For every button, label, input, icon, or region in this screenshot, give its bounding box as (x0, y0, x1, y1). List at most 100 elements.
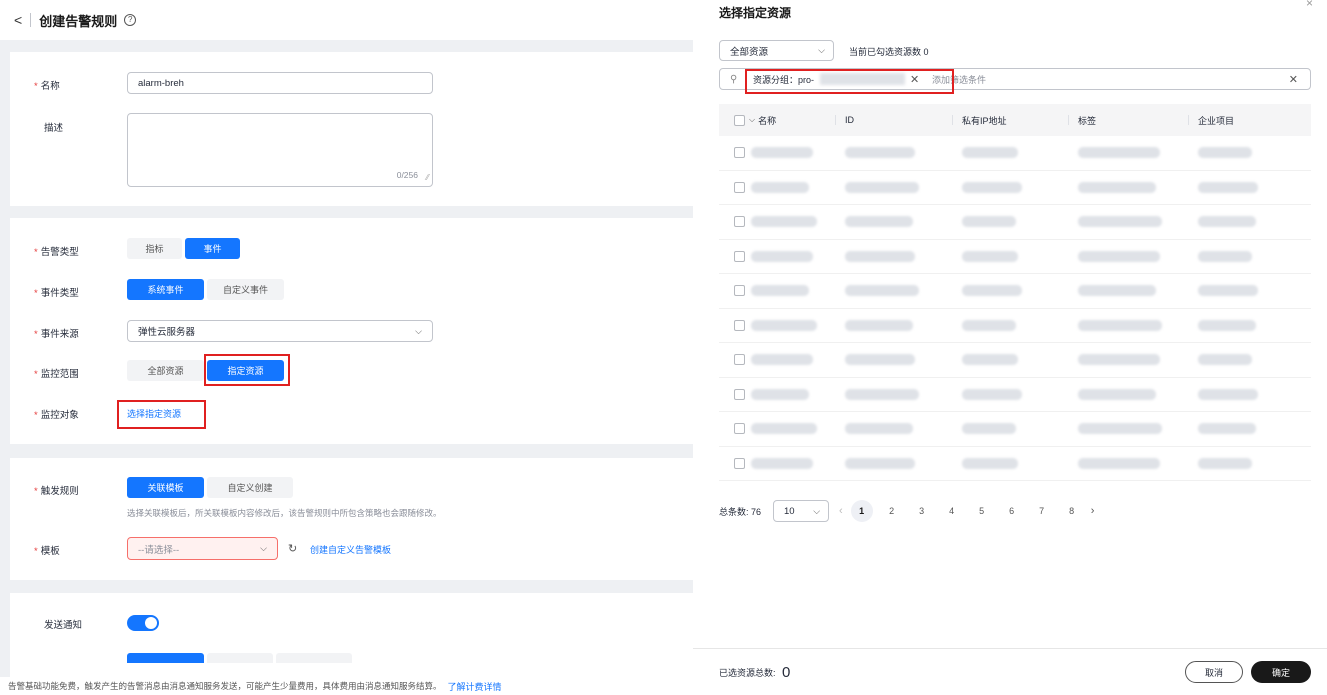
page-number[interactable]: 7 (1031, 500, 1053, 522)
redacted-value (962, 319, 1016, 331)
table-cell (719, 216, 835, 228)
table-cell (1188, 354, 1311, 366)
notify-option-selected[interactable] (127, 653, 204, 663)
redacted-value (962, 216, 1016, 228)
table-cell (952, 216, 1068, 228)
table-row[interactable] (719, 343, 1311, 378)
alarm-type-metric[interactable]: 指标 (127, 238, 182, 259)
table-cell (835, 147, 952, 159)
trigger-custom[interactable]: 自定义创建 (207, 477, 293, 498)
template-select[interactable]: --请选择-- ⌵ (127, 537, 278, 560)
template-label: * 模板 (34, 546, 60, 557)
redacted-value (751, 457, 813, 469)
redacted-value (1078, 457, 1160, 469)
ip-column-header: 私有IP地址 (952, 104, 1068, 136)
table-cell (1188, 250, 1311, 262)
event-type-system[interactable]: 系统事件 (127, 279, 204, 300)
page-number[interactable]: 8 (1061, 500, 1083, 522)
redacted-value (1198, 147, 1252, 159)
alarm-type-event[interactable]: 事件 (185, 238, 240, 259)
table-cell (1068, 181, 1188, 193)
table-row[interactable] (719, 136, 1311, 171)
table-row[interactable] (719, 378, 1311, 412)
table-cell (1188, 181, 1311, 193)
table-cell (1068, 457, 1188, 469)
resource-scope-value: 全部资源 (730, 46, 769, 58)
row-checkbox[interactable] (734, 423, 745, 435)
table-cell (835, 285, 952, 297)
refresh-icon[interactable]: ↻ (288, 542, 297, 555)
table-row[interactable] (719, 274, 1311, 309)
scope-all-resources[interactable]: 全部资源 (127, 360, 204, 381)
table-cell (952, 388, 1068, 400)
redacted-value (845, 423, 913, 435)
clear-filter-icon[interactable]: ✕ (1289, 73, 1298, 86)
table-cell (719, 285, 835, 297)
redacted-value (962, 285, 1022, 297)
row-checkbox[interactable] (734, 319, 745, 331)
row-checkbox[interactable] (734, 216, 745, 228)
notify-option[interactable] (207, 653, 273, 663)
redacted-value (1198, 388, 1258, 400)
table-cell (719, 147, 835, 159)
table-cell (1188, 216, 1311, 228)
table-cell (835, 354, 952, 366)
table-row[interactable] (719, 240, 1311, 274)
notify-option[interactable] (276, 653, 352, 663)
redacted-value (751, 147, 813, 159)
page-number[interactable]: 4 (941, 500, 963, 522)
page-number[interactable]: 5 (971, 500, 993, 522)
event-source-select[interactable]: 弹性云服务器 ⌵ (127, 320, 433, 342)
resize-handle-icon[interactable]: ⁄⁄ (426, 173, 429, 182)
row-checkbox[interactable] (734, 285, 745, 297)
row-checkbox[interactable] (734, 354, 745, 366)
table-row[interactable] (719, 171, 1311, 205)
page-number[interactable]: 6 (1001, 500, 1023, 522)
name-input[interactable]: alarm-breh (127, 72, 433, 94)
create-template-link[interactable]: 创建自定义告警模板 (310, 543, 391, 556)
next-page-icon[interactable]: › (1091, 505, 1095, 517)
row-checkbox[interactable] (734, 250, 745, 262)
billing-details-link[interactable]: 了解计费详情 (448, 680, 502, 693)
page-number[interactable]: 1 (850, 500, 873, 522)
cancel-button[interactable]: 取消 (1185, 661, 1243, 683)
help-icon[interactable]: ? (124, 14, 137, 26)
redacted-value (845, 285, 919, 297)
page-number[interactable]: 3 (911, 500, 933, 522)
table-cell (1068, 147, 1188, 159)
redacted-value (962, 250, 1018, 262)
selected-total-label: 已选资源总数: (719, 667, 776, 678)
redacted-value (1078, 181, 1156, 193)
page-size-select[interactable]: 10 ⌵ (773, 500, 830, 522)
resource-scope-select[interactable]: 全部资源 ⌵ (719, 40, 834, 61)
table-cell (952, 181, 1068, 193)
table-row[interactable] (719, 412, 1311, 447)
basic-info-card: * 名称 alarm-breh 描述 0/256 ⁄⁄ (10, 52, 693, 206)
close-icon[interactable]: × (1306, 0, 1313, 10)
back-icon[interactable]: < (14, 12, 22, 28)
description-textarea[interactable]: 0/256 ⁄⁄ (127, 113, 433, 187)
name-label: * 名称 (34, 81, 60, 92)
table-row[interactable] (719, 447, 1311, 481)
select-all-checkbox[interactable] (734, 114, 745, 126)
table-row[interactable] (719, 309, 1311, 343)
row-checkbox[interactable] (734, 181, 745, 193)
alarm-type-label: * 告警类型 (34, 247, 79, 258)
page-title: 创建告警规则 (39, 13, 118, 29)
table-cell (719, 319, 835, 331)
redacted-value (845, 147, 915, 159)
prev-page-icon[interactable]: ‹ (839, 505, 843, 517)
confirm-button[interactable]: 确定 (1251, 661, 1311, 683)
page-number[interactable]: 2 (881, 500, 903, 522)
row-checkbox[interactable] (734, 457, 745, 469)
event-type-custom[interactable]: 自定义事件 (207, 279, 284, 300)
send-notification-toggle[interactable] (127, 615, 159, 631)
table-cell (835, 181, 952, 193)
trigger-template[interactable]: 关联模板 (127, 477, 204, 498)
row-checkbox[interactable] (734, 147, 745, 159)
chevron-down-icon[interactable]: ⌵ (749, 115, 755, 125)
redacted-value (1198, 216, 1256, 228)
table-row[interactable] (719, 205, 1311, 240)
send-notification-label: 发送通知 (44, 620, 83, 631)
row-checkbox[interactable] (734, 388, 745, 400)
